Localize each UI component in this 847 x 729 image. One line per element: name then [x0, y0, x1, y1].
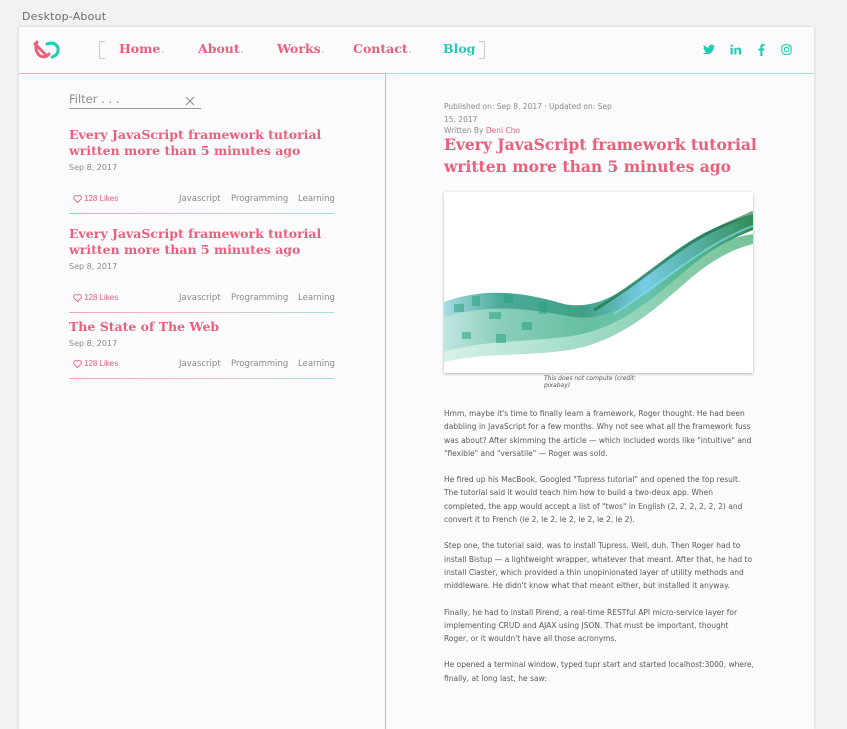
close-icon[interactable] [185, 93, 195, 106]
nav-bracket-left [99, 41, 105, 59]
tag-programming[interactable]: Programming [231, 194, 288, 204]
nav-dot: . [240, 45, 244, 55]
panel-divider [385, 73, 386, 729]
post-title[interactable]: The State of The Web [69, 319, 334, 335]
post-date: Sep 8, 2017 [69, 339, 118, 348]
article-body: Hmm, maybe it's time to finally learn a … [444, 407, 754, 698]
nav-works[interactable]: Works. [277, 41, 324, 56]
top-navigation-bar: Home. About. Works. Contact. Blog [19, 27, 814, 74]
page-frame: Home. About. Works. Contact. Blog Every … [19, 27, 814, 729]
post-divider [69, 312, 334, 313]
nav-home[interactable]: Home. [119, 41, 164, 56]
post-meta: 128 Likes Javascript Programming Learnin… [69, 194, 335, 208]
nav-blog[interactable]: Blog [443, 41, 475, 56]
nav-about[interactable]: About. [198, 41, 243, 56]
like-button[interactable]: 128 Likes [73, 359, 118, 368]
nav-dot: . [161, 45, 165, 55]
nav-about-label: About [198, 41, 240, 56]
post-meta: 128 Likes Javascript Programming Learnin… [69, 359, 335, 373]
filter-field [69, 90, 201, 109]
like-button[interactable]: 128 Likes [73, 293, 118, 302]
left-panel-top-rule [19, 73, 385, 74]
tag-learning[interactable]: Learning [298, 359, 335, 369]
article-title: Every JavaScript framework tutorial writ… [444, 135, 757, 176]
heart-icon [73, 293, 82, 302]
nav-contact[interactable]: Contact. [353, 41, 411, 56]
publish-info: Published on: Sep 8, 2017 · Updated on: … [444, 102, 612, 124]
tag-learning[interactable]: Learning [298, 194, 335, 204]
post-card: The State of The Web Sep 8, 2017 128 Lik… [69, 319, 335, 379]
nav-bracket-right [479, 41, 485, 59]
tag-javascript[interactable]: Javascript [179, 359, 221, 369]
tag-javascript[interactable]: Javascript [179, 194, 221, 204]
linkedin-icon[interactable] [730, 44, 744, 56]
instagram-icon[interactable] [781, 44, 795, 56]
logo-icon[interactable] [33, 38, 61, 60]
facebook-icon[interactable] [758, 44, 772, 56]
article-paragraph: He opened a terminal window, typed tupr … [444, 660, 754, 683]
nav-dot: . [321, 45, 325, 55]
article-paragraph: Hmm, maybe it's time to finally learn a … [444, 409, 752, 458]
post-title[interactable]: Every JavaScript framework tutorial writ… [69, 127, 334, 159]
tag-javascript[interactable]: Javascript [179, 293, 221, 303]
post-divider [69, 213, 334, 214]
heart-icon [73, 359, 82, 368]
nav-dot: . [408, 45, 412, 55]
heart-icon [73, 194, 82, 203]
post-title[interactable]: Every JavaScript framework tutorial writ… [69, 226, 334, 258]
article-paragraph: He fired up his MacBook, Googled "Tupres… [444, 475, 743, 525]
post-divider [69, 378, 334, 379]
tag-programming[interactable]: Programming [231, 293, 288, 303]
hero-image [444, 192, 753, 373]
smoke-wave-illustration [444, 210, 753, 362]
filter-input[interactable] [69, 90, 179, 108]
twitter-icon[interactable] [703, 44, 717, 56]
like-count: 128 Likes [84, 359, 119, 368]
post-card: Every JavaScript framework tutorial writ… [69, 226, 335, 316]
post-card: Every JavaScript framework tutorial writ… [69, 127, 335, 217]
post-meta: 128 Likes Javascript Programming Learnin… [69, 293, 335, 307]
like-button[interactable]: 128 Likes [73, 194, 118, 203]
tag-programming[interactable]: Programming [231, 359, 288, 369]
tag-learning[interactable]: Learning [298, 293, 335, 303]
article-paragraph: Step one, the tutorial said, was to inst… [444, 541, 753, 591]
nav-works-label: Works [277, 41, 321, 56]
article-paragraph: Finally, he had to install Pirend, a rea… [444, 607, 738, 644]
image-caption: This does not compute (credit: pixabay) [544, 375, 637, 389]
nav-home-label: Home [119, 41, 161, 56]
like-count: 128 Likes [84, 194, 119, 203]
nav-contact-label: Contact [353, 41, 408, 56]
nav-blog-label: Blog [443, 41, 476, 56]
post-date: Sep 8, 2017 [69, 163, 118, 172]
artboard-label: Desktop-About [22, 10, 107, 23]
post-date: Sep 8, 2017 [69, 262, 118, 271]
like-count: 128 Likes [84, 293, 119, 302]
